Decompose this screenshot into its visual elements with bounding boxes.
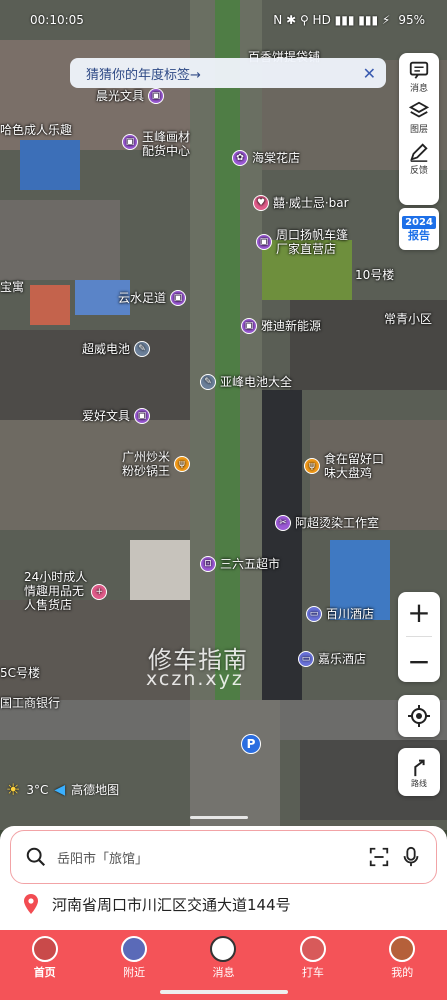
map-label: 10号楼 [355, 268, 395, 282]
wrench-icon: ✎ [134, 341, 151, 357]
nav-profile[interactable]: 我的 [372, 936, 432, 1000]
satellite-map[interactable]: 百香饼提袋铺 哈色成人乐趣 10号楼 常青小区 宝寓 5C号楼 国工商银行 晨光… [0, 0, 447, 830]
sun-icon: ☀ [6, 780, 21, 799]
poi-marker[interactable]: ▭ 百川酒店 [306, 606, 374, 622]
parking-icon[interactable]: P [241, 734, 261, 754]
taxi-avatar-icon [299, 936, 326, 962]
search-icon [26, 847, 46, 867]
clock: 00:10:05 [30, 13, 84, 27]
location-pin-icon [24, 894, 38, 914]
messages-avatar-icon [210, 936, 237, 962]
drag-handle[interactable] [190, 816, 248, 819]
locate-icon [408, 705, 430, 727]
home-indicator[interactable] [160, 990, 288, 994]
poi-marker[interactable]: 广州炒米 粉砂锅王 ψ [122, 450, 191, 478]
home-avatar-icon [31, 936, 58, 962]
map-label: 5C号楼 [0, 666, 41, 680]
zoom-in-button[interactable]: + [407, 596, 430, 629]
map-label: 国工商银行 [0, 696, 61, 710]
route-button[interactable]: 路线 [398, 748, 440, 796]
status-icons: N ✱ ⚲ HD ▮▮▮ ▮▮▮ ⚡ [273, 13, 391, 27]
shop-icon: ▣ [241, 318, 257, 334]
divider [406, 636, 432, 638]
flower-icon: ✿ [232, 150, 248, 166]
shop-icon: ▣ [170, 290, 187, 306]
weather-widget[interactable]: ☀ 3°C ◀ 高德地图 [6, 780, 119, 799]
poi-marker[interactable]: ✿ 海棠花店 [232, 150, 300, 166]
pencil-icon [410, 143, 428, 162]
address-text: 河南省周口市川汇区交通大道144号 [52, 895, 291, 914]
shop-icon: ▣ [256, 234, 272, 250]
current-address[interactable]: 河南省周口市川汇区交通大道144号 [22, 893, 291, 915]
locate-button[interactable] [398, 695, 440, 737]
poi-marker[interactable]: ▣ 雅迪新能源 [241, 318, 321, 334]
annual-report-button[interactable]: 2024 报告 [399, 208, 439, 250]
poi-marker[interactable]: 爱好文具 ▣ [82, 408, 151, 424]
search-input[interactable]: 岳阳市「旅馆」 [57, 848, 358, 867]
poi-marker[interactable]: ▭ 嘉乐酒店 [298, 651, 366, 667]
map-label: 常青小区 [384, 312, 433, 326]
poi-marker[interactable]: 超威电池 ✎ [82, 341, 151, 357]
poi-marker[interactable]: ▣ 周口扬帆车篷 厂家直营店 [256, 228, 348, 256]
plus-icon: + [91, 584, 108, 600]
nearby-avatar-icon [121, 936, 148, 962]
poi-marker[interactable]: ψ 食在留好口 味大盘鸡 [304, 452, 384, 480]
map-label: 宝寓 [0, 280, 25, 294]
poi-marker[interactable]: 晨光文具 ▣ [96, 88, 165, 104]
shop-icon: ▣ [122, 134, 138, 150]
restaurant-icon: ψ [304, 458, 320, 474]
message-icon [409, 61, 429, 79]
microphone-icon[interactable] [400, 846, 422, 868]
poi-marker[interactable]: ✂ 阿超烫染工作室 [275, 515, 379, 531]
message-button[interactable]: 消息 [408, 59, 430, 94]
cart-icon: ⊡ [200, 556, 216, 572]
poi-marker[interactable]: ▣ 玉峰画材 配货中心 [122, 130, 190, 158]
layers-button[interactable]: 图层 [408, 100, 430, 135]
hotel-icon: ▭ [298, 651, 314, 667]
map-label: 哈色成人乐趣 [0, 123, 73, 137]
wrench-icon: ✎ [200, 374, 216, 390]
feedback-button[interactable]: 反馈 [408, 141, 430, 176]
battery-level: 95% [398, 13, 425, 27]
layers-icon [408, 101, 430, 118]
zoom-control: + − [398, 592, 440, 682]
nav-home[interactable]: 首页 [15, 936, 75, 1000]
restaurant-icon: ψ [174, 456, 191, 472]
route-icon [414, 759, 425, 776]
poi-marker[interactable]: 24小时成人 情趣用品无 人售货店 + [24, 570, 108, 612]
map-toolbar: 消息 图层 反馈 [399, 53, 439, 205]
banner-text: 猜猜你的年度标签→ [86, 67, 201, 83]
poi-marker[interactable]: ✎ 亚峰电池大全 [200, 374, 292, 390]
search-bar[interactable]: 岳阳市「旅馆」 [10, 830, 437, 884]
profile-avatar-icon [389, 936, 416, 962]
poi-marker[interactable]: ♥ 囍·威士忌·bar [253, 195, 349, 211]
status-bar: 00:10:05 N ✱ ⚲ HD ▮▮▮ ▮▮▮ ⚡ 95% [0, 0, 447, 40]
shop-icon: ▣ [134, 408, 151, 424]
temperature: 3°C [26, 782, 49, 797]
nav-taxi[interactable]: 打车 [283, 936, 343, 1000]
watermark-url: xczn.xyz [146, 668, 244, 690]
scan-icon[interactable] [368, 846, 390, 868]
zoom-out-button[interactable]: − [407, 645, 430, 678]
scissors-icon: ✂ [275, 515, 291, 531]
close-icon[interactable]: ✕ [363, 64, 376, 83]
amap-logo-icon: ◀ [54, 781, 66, 798]
nav-nearby[interactable]: 附近 [104, 936, 164, 1000]
annual-tag-banner[interactable]: 猜猜你的年度标签→ ✕ [70, 58, 386, 88]
map-brand: 高德地图 [71, 783, 120, 797]
bar-icon: ♥ [253, 195, 269, 211]
poi-marker[interactable]: 云水足道 ▣ [118, 290, 187, 306]
shop-icon: ▣ [148, 88, 165, 104]
poi-marker[interactable]: ⊡ 三六五超市 [200, 556, 280, 572]
hotel-icon: ▭ [306, 606, 322, 622]
